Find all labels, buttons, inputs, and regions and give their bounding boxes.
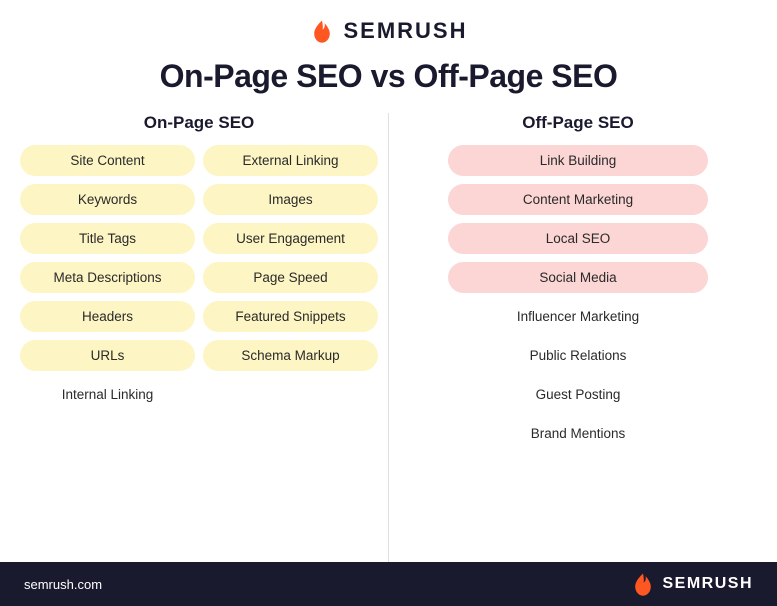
- list-item: Guest Posting: [448, 379, 708, 410]
- list-item: Internal Linking: [20, 379, 195, 410]
- content-area: On-Page SEO Site Content External Linkin…: [0, 113, 777, 562]
- list-item: Public Relations: [448, 340, 708, 371]
- onpage-grid: Site Content External Linking Keywords I…: [20, 145, 378, 410]
- main-title: On-Page SEO vs Off-Page SEO: [0, 52, 777, 113]
- logo-text: SEMRUSH: [343, 18, 467, 44]
- footer-logo-icon: [630, 571, 656, 597]
- list-item: Site Content: [20, 145, 195, 176]
- list-item: External Linking: [203, 145, 378, 176]
- list-item: Images: [203, 184, 378, 215]
- list-item: Link Building: [448, 145, 708, 176]
- onpage-column: On-Page SEO Site Content External Linkin…: [20, 113, 378, 562]
- offpage-column: Off-Page SEO Link Building Content Marke…: [399, 113, 757, 562]
- footer-logo-text: SEMRUSH: [662, 575, 753, 593]
- list-item: URLs: [20, 340, 195, 371]
- offpage-list: Link Building Content Marketing Local SE…: [448, 145, 708, 449]
- offpage-header: Off-Page SEO: [522, 113, 633, 133]
- semrush-logo-icon: [309, 18, 335, 44]
- list-item: Meta Descriptions: [20, 262, 195, 293]
- footer-bar: semrush.com SEMRUSH: [0, 562, 777, 606]
- list-item: Page Speed: [203, 262, 378, 293]
- list-item: Headers: [20, 301, 195, 332]
- list-item: Content Marketing: [448, 184, 708, 215]
- list-item: Social Media: [448, 262, 708, 293]
- list-item: User Engagement: [203, 223, 378, 254]
- list-item: Featured Snippets: [203, 301, 378, 332]
- list-item: Keywords: [20, 184, 195, 215]
- list-item: Title Tags: [20, 223, 195, 254]
- list-item: Local SEO: [448, 223, 708, 254]
- list-item: Brand Mentions: [448, 418, 708, 449]
- column-divider: [388, 113, 389, 562]
- onpage-header: On-Page SEO: [144, 113, 255, 133]
- list-item: Schema Markup: [203, 340, 378, 371]
- footer-url: semrush.com: [24, 577, 102, 592]
- list-item: Influencer Marketing: [448, 301, 708, 332]
- logo-bar: SEMRUSH: [0, 0, 777, 52]
- footer-logo: SEMRUSH: [630, 571, 753, 597]
